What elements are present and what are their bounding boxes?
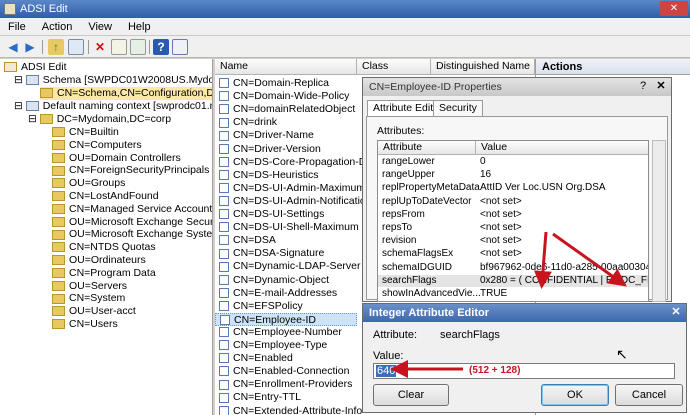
- annotation-arrows: [390, 231, 627, 378]
- arrow-to-flags-value: [552, 232, 627, 287]
- mouse-cursor-icon: ↖: [616, 346, 628, 362]
- arrow-to-searchflags: [533, 231, 552, 289]
